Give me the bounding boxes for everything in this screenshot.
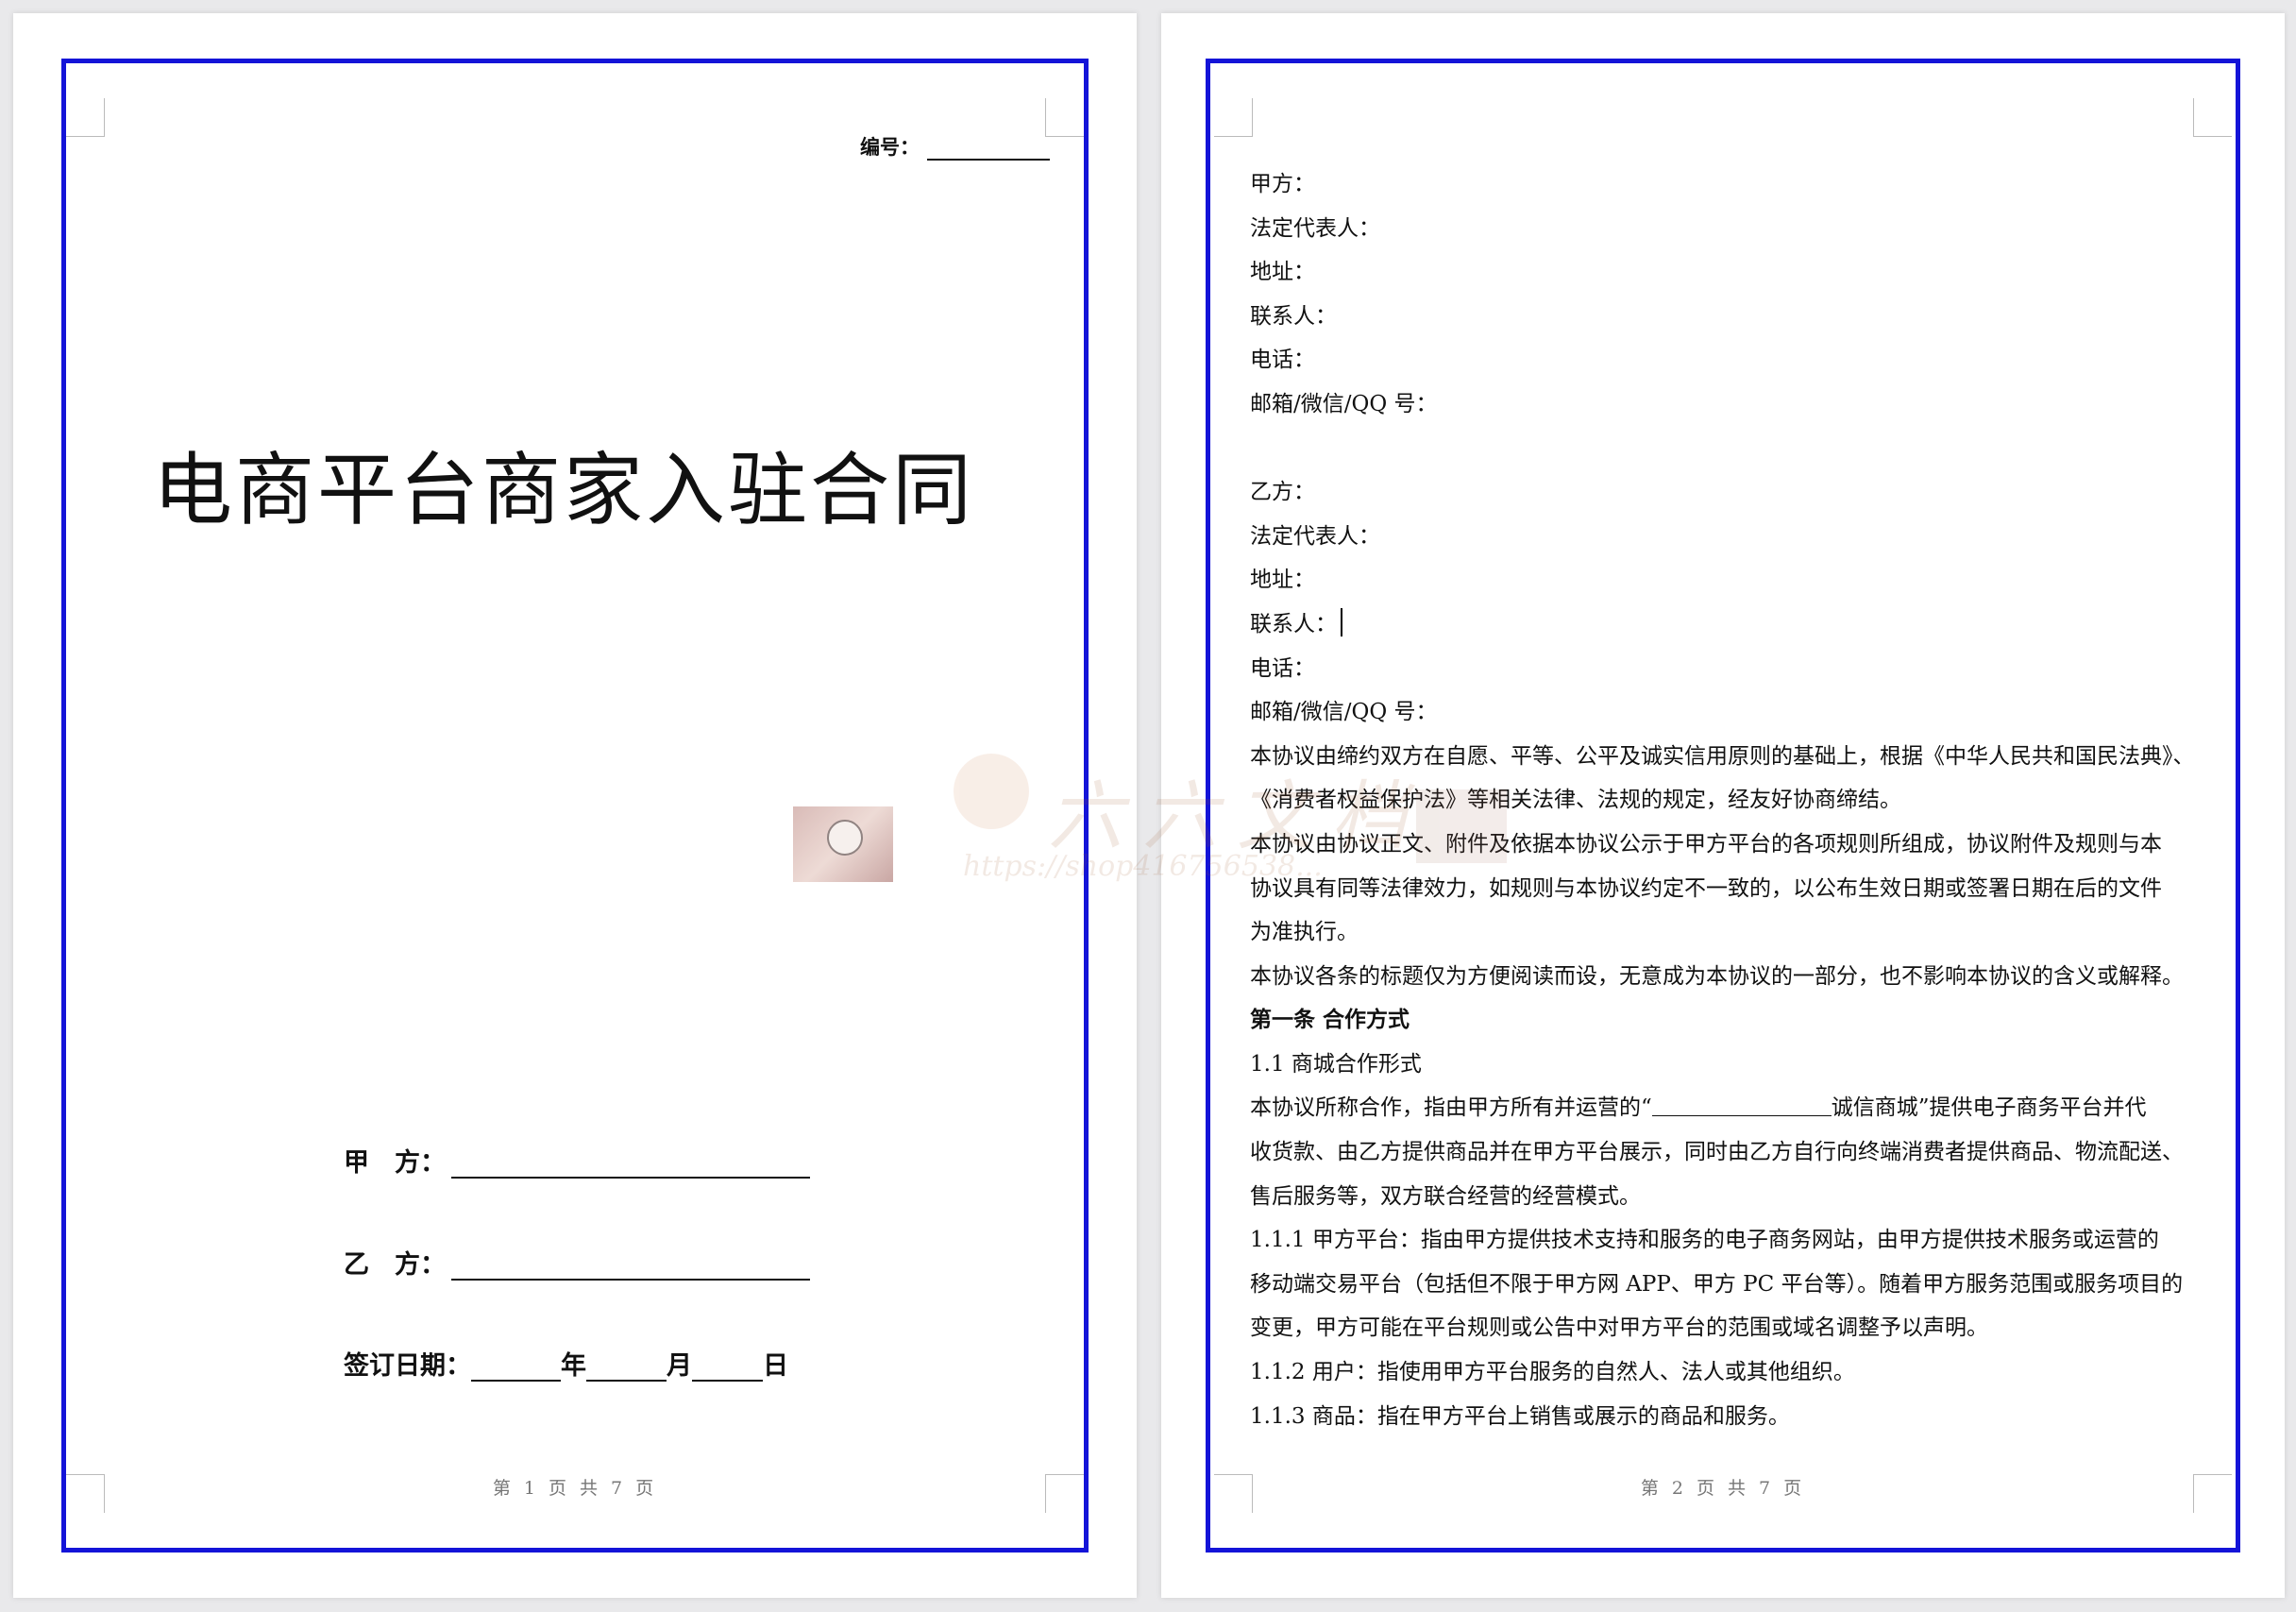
party-a-heading: 甲方： [1250, 172, 1315, 196]
party-b-label: 乙 方： [344, 1250, 446, 1280]
margin-corner-mark [1214, 98, 1253, 137]
body-line: 变更，甲方可能在平台规则或公告中对甲方平台的范围或域名调整予以声明。 [1250, 1315, 1988, 1341]
year-blank [471, 1355, 561, 1382]
body-line: 1.1.3 商品：指在甲方平台上销售或展示的商品和服务。 [1250, 1403, 1790, 1429]
body-line: 本协议各条的标题仅为方便阅读而设，无意成为本协议的一部分，也不影响本协议的含义或… [1250, 963, 2184, 989]
party-a-contact: 联系人： [1250, 303, 1337, 329]
body-line-prefix: 本协议所称合作，指由甲方所有并运营的“ [1250, 1095, 1652, 1121]
page-number-footer: 第 2 页 共 7 页 [1640, 1478, 1806, 1499]
party-b-legal-rep: 法定代表人： [1250, 523, 1380, 549]
body-line: 移动端交易平台（包括但不限于甲方网 APP、甲方 PC 平台等）。随着甲方服务范… [1250, 1271, 2184, 1297]
body-line: 1.1.2 用户：指使用甲方平台服务的自然人、法人或其他组织。 [1250, 1360, 1855, 1385]
body-line-with-blank: 本协议所称合作，指由甲方所有并运营的“ 诚信商城”提供电子商务平台并代 [1250, 1086, 2203, 1130]
page-number-footer: 第 1 页 共 7 页 [492, 1478, 658, 1499]
contract-body[interactable]: 甲方： 法定代表人： 地址： 联系人： 电话： 邮箱/微信/QQ 号： 乙方： … [1250, 162, 2203, 1438]
serial-blank [927, 138, 1050, 161]
party-a-email: 邮箱/微信/QQ 号： [1250, 391, 1438, 416]
day-blank [692, 1355, 763, 1382]
serial-label: 编号： [860, 135, 920, 159]
page-border [61, 59, 1089, 1553]
body-line: 本协议由缔约双方在自愿、平等、公平及诚实信用原则的基础上，根据《中华人民共和国民… [1250, 743, 2195, 769]
text-cursor [1341, 607, 1342, 636]
party-a-signature-line: 甲 方： [344, 1142, 810, 1179]
margin-corner-mark [66, 98, 105, 137]
party-b-contact: 联系人： [1250, 611, 1337, 636]
party-b-contact-row: 联系人： [1250, 602, 2203, 647]
article-1-heading: 第一条 合作方式 [1250, 1007, 1410, 1033]
cat-icon [827, 820, 863, 856]
party-b-heading: 乙方： [1250, 480, 1315, 505]
sign-date-line: 签订日期： 年 月 日 [344, 1345, 788, 1382]
party-b-signature-line: 乙 方： [344, 1244, 810, 1281]
party-b-email: 邮箱/微信/QQ 号： [1250, 700, 1438, 725]
serial-number: 编号： [860, 132, 1050, 161]
party-a-legal-rep: 法定代表人： [1250, 215, 1380, 241]
contract-title: 电商平台商家入驻合同 [152, 444, 974, 536]
body-line: 《消费者权益保护法》等相关法律、法规的规定，经友好协商缔结。 [1250, 788, 1901, 813]
party-a-blank [451, 1152, 810, 1179]
party-a-phone: 电话： [1250, 348, 1315, 373]
body-line-suffix: 诚信商城”提供电子商务平台并代 [1831, 1095, 2147, 1121]
embedded-image [793, 806, 893, 882]
party-b-phone: 电话： [1250, 655, 1315, 681]
party-a-address: 地址： [1250, 260, 1315, 285]
mall-name-blank [1651, 1094, 1832, 1117]
party-a-label: 甲 方： [344, 1148, 446, 1178]
document-page-1: 编号： 电商平台商家入驻合同 甲 方： 乙 方： 签订日期： 年 月 日 第 1… [13, 13, 1137, 1598]
party-b-blank [451, 1254, 810, 1281]
party-b-address: 地址： [1250, 568, 1315, 593]
sign-date-label: 签订日期： [344, 1351, 471, 1381]
body-line: 本协议由协议正文、附件及依据本协议公示于甲方平台的各项规则所组成，协议附件及规则… [1250, 831, 2162, 857]
margin-corner-mark [2193, 98, 2232, 137]
margin-corner-mark [1045, 98, 1084, 137]
month-blank [586, 1355, 667, 1382]
body-line: 为准执行。 [1250, 920, 1359, 945]
day-label: 日 [763, 1351, 788, 1381]
month-label: 月 [667, 1351, 692, 1381]
body-line: 售后服务等，双方联合经营的经营模式。 [1250, 1183, 1641, 1209]
body-line: 1.1.1 甲方平台：指由甲方提供技术支持和服务的电子商务网站，由甲方提供技术服… [1250, 1228, 2159, 1253]
year-label: 年 [561, 1351, 586, 1381]
document-page-2: 甲方： 法定代表人： 地址： 联系人： 电话： 邮箱/微信/QQ 号： 乙方： … [1161, 13, 2285, 1598]
body-line: 收货款、由乙方提供商品并在甲方平台展示，同时由乙方自行向终端消费者提供商品、物流… [1250, 1140, 2184, 1165]
body-line: 协议具有同等法律效力，如规则与本协议约定不一致的，以公布生效日期或签署日期在后的… [1250, 875, 2162, 901]
section-1-1-heading: 1.1 商城合作形式 [1250, 1051, 1422, 1077]
